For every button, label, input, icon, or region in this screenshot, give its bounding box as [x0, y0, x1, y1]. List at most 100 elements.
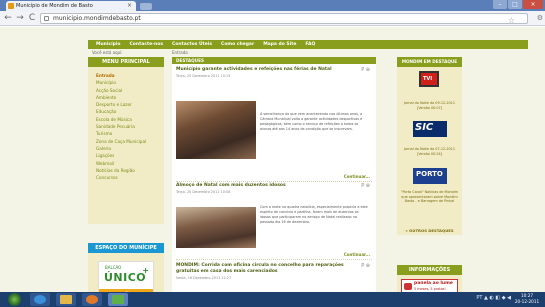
reload-button[interactable]: C: [27, 13, 37, 23]
destaques-panel: DESTAQUES Município garante actividades …: [172, 57, 376, 292]
bookmark-star-icon[interactable]: ☆: [508, 16, 515, 26]
windows-taskbar: PT ▲ ◐ ◧ ◆ ◀ 10:27 20-12-2011: [0, 292, 545, 307]
tvi-logo[interactable]: [419, 71, 439, 87]
menu-item[interactable]: Galeria: [96, 145, 156, 152]
plus-icon: +: [142, 266, 149, 275]
page-icon: [44, 16, 49, 21]
browser-tab[interactable]: Município de Mondim de Basto ×: [6, 1, 136, 11]
news-date: Terça, 20 Dezembro 2011 10:15: [176, 74, 231, 78]
taskbar-chrome-icon[interactable]: [108, 293, 128, 306]
print-email-icon[interactable]: P ⊕: [361, 183, 370, 189]
menu-title: MENU PRINCIPAL: [88, 57, 164, 67]
news-image[interactable]: [176, 207, 256, 248]
nav-municipio[interactable]: Município: [96, 40, 121, 49]
balcao-label: BALCÃO: [105, 265, 122, 270]
destaque-caption[interactable]: "Porto Canal" Notícias de Mondim que apr…: [400, 190, 459, 204]
nav-contacte[interactable]: Contacte-nos: [130, 40, 164, 49]
destaque-caption[interactable]: Jornal da Noite da 09-12-2011 [Versão 00…: [400, 101, 459, 110]
news-title[interactable]: Almoço de Natal com mais duzentos idosos: [176, 183, 351, 189]
news-date: Terça, 20 Dezembro 2011 10:08: [176, 190, 231, 194]
panela-title: panela ao lume: [414, 281, 453, 286]
destaque-caption[interactable]: Jornal da Noite da 07-12-2011 [Versão 00…: [400, 147, 459, 156]
divider: [176, 259, 372, 260]
menu-item[interactable]: Concursos: [96, 174, 156, 181]
destaques-header: DESTAQUES: [172, 57, 376, 64]
espaco-municipe: ESPAÇO DO MUNÍCIPE BALCÃO ÚNICO + on-lin…: [88, 243, 164, 292]
espaco-title: ESPAÇO DO MUNÍCIPE: [88, 243, 164, 253]
porto-canal-logo[interactable]: PORTO: [413, 168, 447, 184]
back-button[interactable]: ←: [3, 13, 13, 23]
menu-item[interactable]: Educação: [96, 108, 156, 115]
menu-item[interactable]: Acção Social: [96, 87, 156, 94]
address-text: municipio.mondimdebasto.pt: [53, 15, 141, 22]
news-title[interactable]: MONDIM: Corrida com oficina circula no c…: [176, 263, 351, 275]
menu-item[interactable]: Desporto e Lazer: [96, 101, 156, 108]
web-page: Município Contacte-nos Contactos Úteis C…: [0, 27, 545, 292]
breadcrumb: Você está aqui: Entrada: [88, 49, 528, 56]
mondim-destaque: MONDIM EM DESTAQUE Jornal da Noite da 09…: [397, 57, 462, 257]
menu-item[interactable]: Sanidade Pecuária: [96, 123, 156, 130]
new-tab-button[interactable]: [140, 3, 152, 10]
panela-banner[interactable]: panela ao lume 5 meses, 5 pratos!: [401, 279, 458, 292]
taskbar-media-icon[interactable]: [82, 293, 102, 306]
taskbar-explorer-icon[interactable]: [56, 293, 76, 306]
screen: Município de Mondim de Basto × – □ × ← →…: [0, 0, 545, 307]
settings-wrench-icon[interactable]: ⚙: [537, 13, 543, 23]
destaque-title: MONDIM EM DESTAQUE: [397, 57, 462, 67]
print-email-icon[interactable]: P ⊕: [361, 263, 370, 269]
informacoes-box: INFORMAÇÕES panela ao lume 5 meses, 5 pr…: [397, 265, 462, 292]
menu-item[interactable]: Notícias da Região: [96, 167, 156, 174]
continue-link[interactable]: Continuar...: [344, 174, 370, 179]
news-title[interactable]: Município garante actividades e refeiçõe…: [176, 67, 351, 73]
continue-link[interactable]: Continuar...: [344, 252, 370, 257]
nav-contactos-uteis[interactable]: Contactos Úteis: [172, 40, 212, 49]
minimize-button[interactable]: –: [493, 0, 507, 9]
forward-button[interactable]: →: [15, 13, 25, 23]
balcao-unico-banner[interactable]: BALCÃO ÚNICO + on-line: [98, 261, 154, 292]
news-image[interactable]: [176, 101, 256, 159]
menu-item[interactable]: Webmail: [96, 160, 156, 167]
window-controls: – □ ×: [493, 0, 543, 10]
menu-item[interactable]: Turismo: [96, 130, 156, 137]
menu-item[interactable]: Escola de Música: [96, 116, 156, 123]
menu-item[interactable]: Município: [96, 79, 156, 86]
menu-list: Entrada Município Acção Social Ambiente …: [88, 67, 164, 224]
browser-tabbar: Município de Mondim de Basto × – □ ×: [0, 0, 545, 11]
destaque-box: MONDIM EM DESTAQUE Jornal da Noite da 09…: [397, 57, 462, 235]
start-button[interactable]: [8, 293, 21, 306]
maximize-button[interactable]: □: [508, 0, 522, 9]
system-tray[interactable]: PT ▲ ◐ ◧ ◆ ◀: [476, 295, 511, 301]
menu-item[interactable]: Ligações: [96, 152, 156, 159]
taskbar-ie-icon[interactable]: [30, 293, 50, 306]
print-email-icon[interactable]: P ⊕: [361, 67, 370, 73]
main-menu: MENU PRINCIPAL Entrada Município Acção S…: [88, 57, 164, 224]
favicon-icon: [8, 3, 14, 9]
porto-logo-text: PORTO: [416, 170, 443, 178]
top-navigation: Município Contacte-nos Contactos Úteis C…: [88, 40, 528, 49]
clock-date: 20-12-2011: [514, 299, 540, 304]
nav-mapa-site[interactable]: Mapa do Site: [263, 40, 296, 49]
nav-como-chegar[interactable]: Como chegar: [221, 40, 254, 49]
news-text: Com o mote na quadra natalícia, especial…: [260, 205, 368, 224]
news-date: Sexta, 16 Dezembro 2011 12:27: [176, 276, 232, 280]
menu-item[interactable]: Entrada: [96, 72, 156, 79]
breadcrumb-label: Você está aqui:: [92, 50, 123, 55]
tab-title: Município de Mondim de Basto: [16, 3, 93, 9]
sic-logo[interactable]: SIC: [413, 121, 447, 137]
sic-logo-text: SIC: [415, 122, 434, 133]
address-bar[interactable]: municipio.mondimdebasto.pt ☆: [40, 13, 528, 26]
nav-faq[interactable]: FAQ: [305, 40, 315, 49]
divider: [176, 181, 372, 182]
news-text: À semelhança do que vem acontecendo nos …: [260, 112, 363, 131]
panela-subtitle: 5 meses, 5 pratos!: [414, 287, 446, 291]
tab-close-icon[interactable]: ×: [127, 1, 132, 11]
informacoes-title: INFORMAÇÕES: [397, 265, 462, 275]
pot-icon: [404, 283, 412, 290]
close-window-button[interactable]: ×: [523, 0, 543, 9]
menu-item[interactable]: Zona de Caça Municipal: [96, 138, 156, 145]
menu-item[interactable]: Ambiente: [96, 94, 156, 101]
breadcrumb-link[interactable]: Entrada: [172, 49, 188, 56]
outros-destaques-link[interactable]: » OUTROS DESTAQUES: [400, 228, 459, 233]
clock[interactable]: 10:27 20-12-2011: [513, 293, 541, 305]
browser-toolbar: ← → C municipio.mondimdebasto.pt ☆ ⚙: [0, 11, 545, 26]
